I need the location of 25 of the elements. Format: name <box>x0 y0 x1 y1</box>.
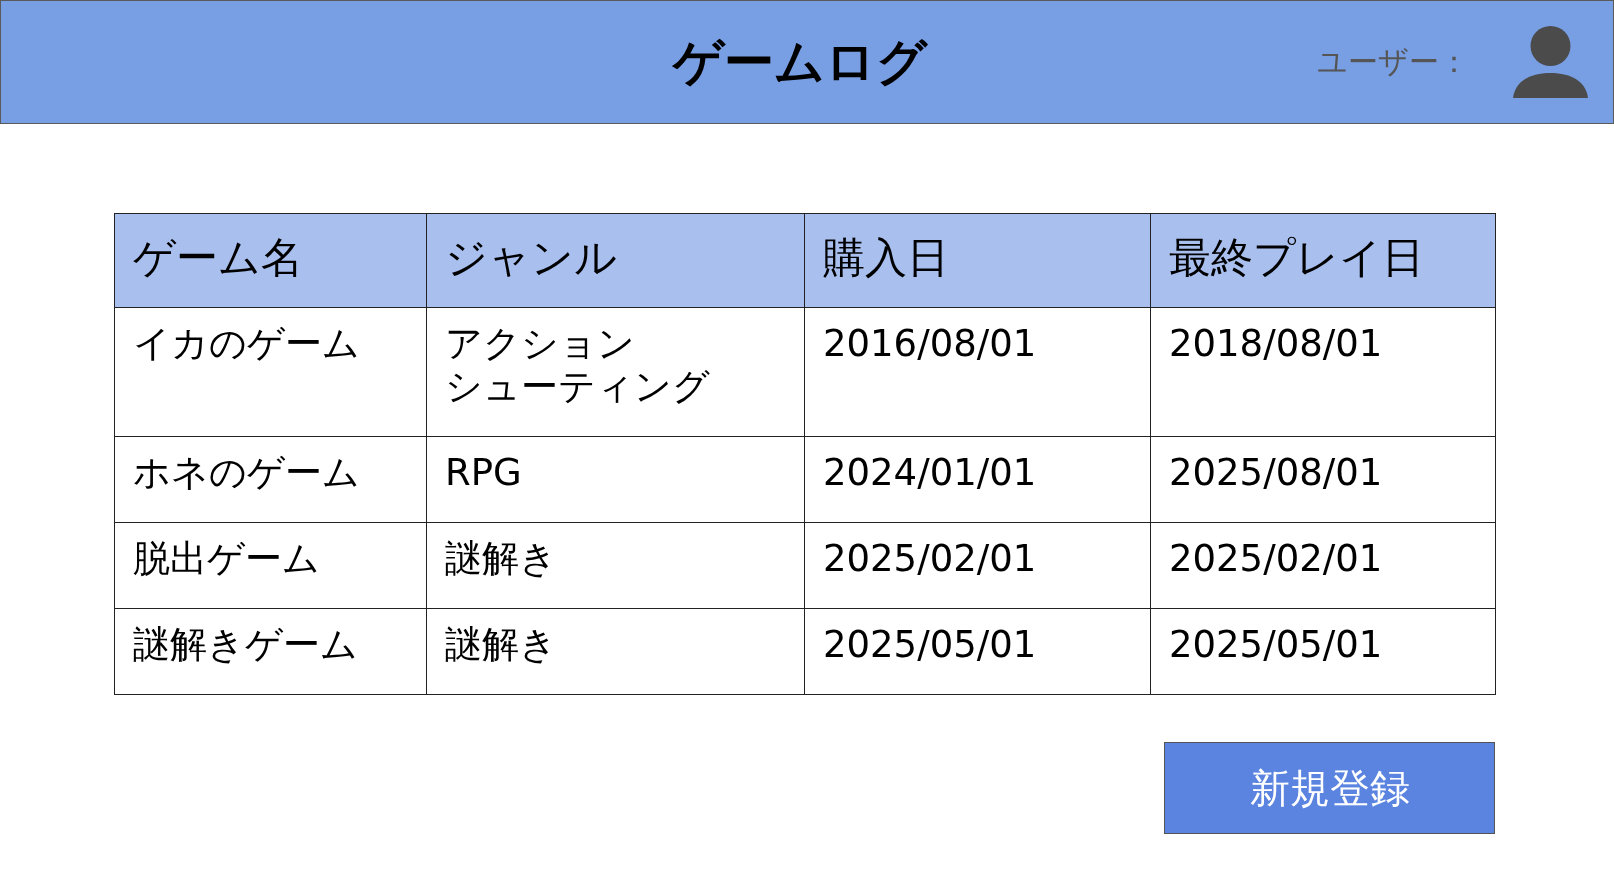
column-header: 最終プレイ日 <box>1150 213 1496 308</box>
column-header: ジャンル <box>426 213 805 308</box>
table-cell: 2024/01/01 <box>804 436 1151 523</box>
table-cell: 謎解きゲーム <box>114 608 427 695</box>
table-cell: 謎解き <box>426 522 805 609</box>
table-cell: 脱出ゲーム <box>114 522 427 609</box>
table-cell: 2018/08/01 <box>1150 307 1496 437</box>
table-cell: 2025/08/01 <box>1150 436 1496 523</box>
table-cell: 2025/05/01 <box>1150 608 1496 695</box>
user-label: ユーザー： <box>1317 42 1469 81</box>
table-cell: ホネのゲーム <box>114 436 427 523</box>
user-icon[interactable] <box>1513 26 1588 98</box>
table-cell: 2016/08/01 <box>804 307 1151 437</box>
table-cell: イカのゲーム <box>114 307 427 437</box>
cell-text-line: アクション <box>445 322 635 365</box>
table-cell: RPG <box>426 436 805 523</box>
table-cell: 謎解き <box>426 608 805 695</box>
cell-text-line: シューティング <box>445 365 710 408</box>
new-entry-button[interactable]: 新規登録 <box>1164 742 1495 834</box>
table-cell: 2025/05/01 <box>804 608 1151 695</box>
table-cell: 2025/02/01 <box>1150 522 1496 609</box>
column-header: 購入日 <box>804 213 1151 308</box>
app-title: ゲームログ <box>673 31 927 93</box>
column-header: ゲーム名 <box>114 213 427 308</box>
table-cell: 2025/02/01 <box>804 522 1151 609</box>
